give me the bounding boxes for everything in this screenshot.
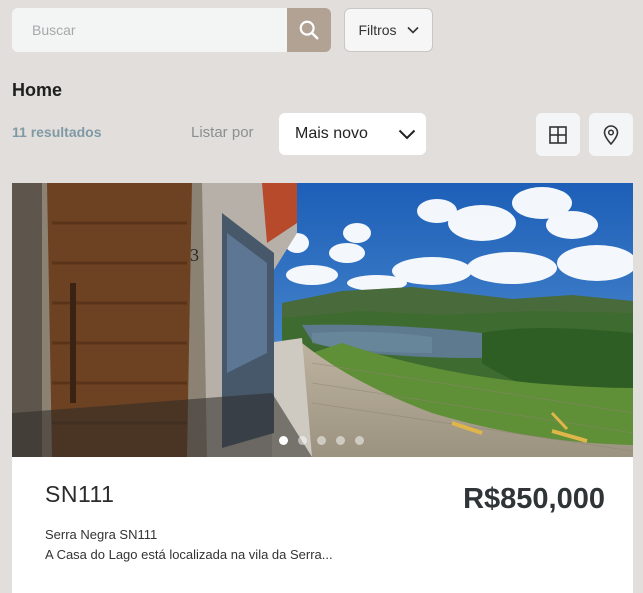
property-description: A Casa do Lago está localizada na vila d… bbox=[45, 547, 333, 562]
svg-text:3: 3 bbox=[190, 245, 199, 265]
search-input[interactable] bbox=[30, 21, 269, 39]
grid-icon bbox=[549, 125, 567, 144]
property-subtitle: Serra Negra SN111 bbox=[45, 527, 158, 542]
filters-button[interactable]: Filtros bbox=[344, 8, 433, 52]
filters-label: Filtros bbox=[358, 22, 397, 38]
sort-value: Mais novo bbox=[295, 125, 368, 142]
property-price: R$850,000 bbox=[463, 483, 605, 515]
carousel-dot[interactable] bbox=[279, 436, 288, 445]
property-image: 3 bbox=[12, 183, 633, 457]
property-code: SN111 bbox=[45, 481, 115, 507]
search-field[interactable] bbox=[12, 8, 287, 52]
search-button[interactable] bbox=[287, 8, 331, 52]
carousel-dot[interactable] bbox=[317, 436, 326, 445]
carousel-dot[interactable] bbox=[298, 436, 307, 445]
chevron-down-icon bbox=[406, 26, 419, 34]
chevron-down-icon bbox=[398, 129, 416, 139]
map-view-button[interactable] bbox=[589, 113, 633, 156]
property-card[interactable]: 3 SN111 R$850,000 Serra Negra SN111 A Ca… bbox=[12, 183, 633, 593]
grid-view-button[interactable] bbox=[536, 113, 580, 156]
results-count: 11 resultados bbox=[12, 124, 102, 140]
carousel-dot[interactable] bbox=[336, 436, 345, 445]
sort-label: Listar por bbox=[191, 124, 254, 141]
search-icon bbox=[299, 20, 319, 40]
map-pin-icon bbox=[603, 124, 619, 145]
sort-select[interactable]: Mais novo bbox=[279, 113, 426, 155]
carousel-dot[interactable] bbox=[355, 436, 364, 445]
property-photo[interactable]: 3 bbox=[12, 183, 633, 457]
page-title: Home bbox=[12, 80, 63, 100]
carousel-dots bbox=[279, 436, 364, 445]
